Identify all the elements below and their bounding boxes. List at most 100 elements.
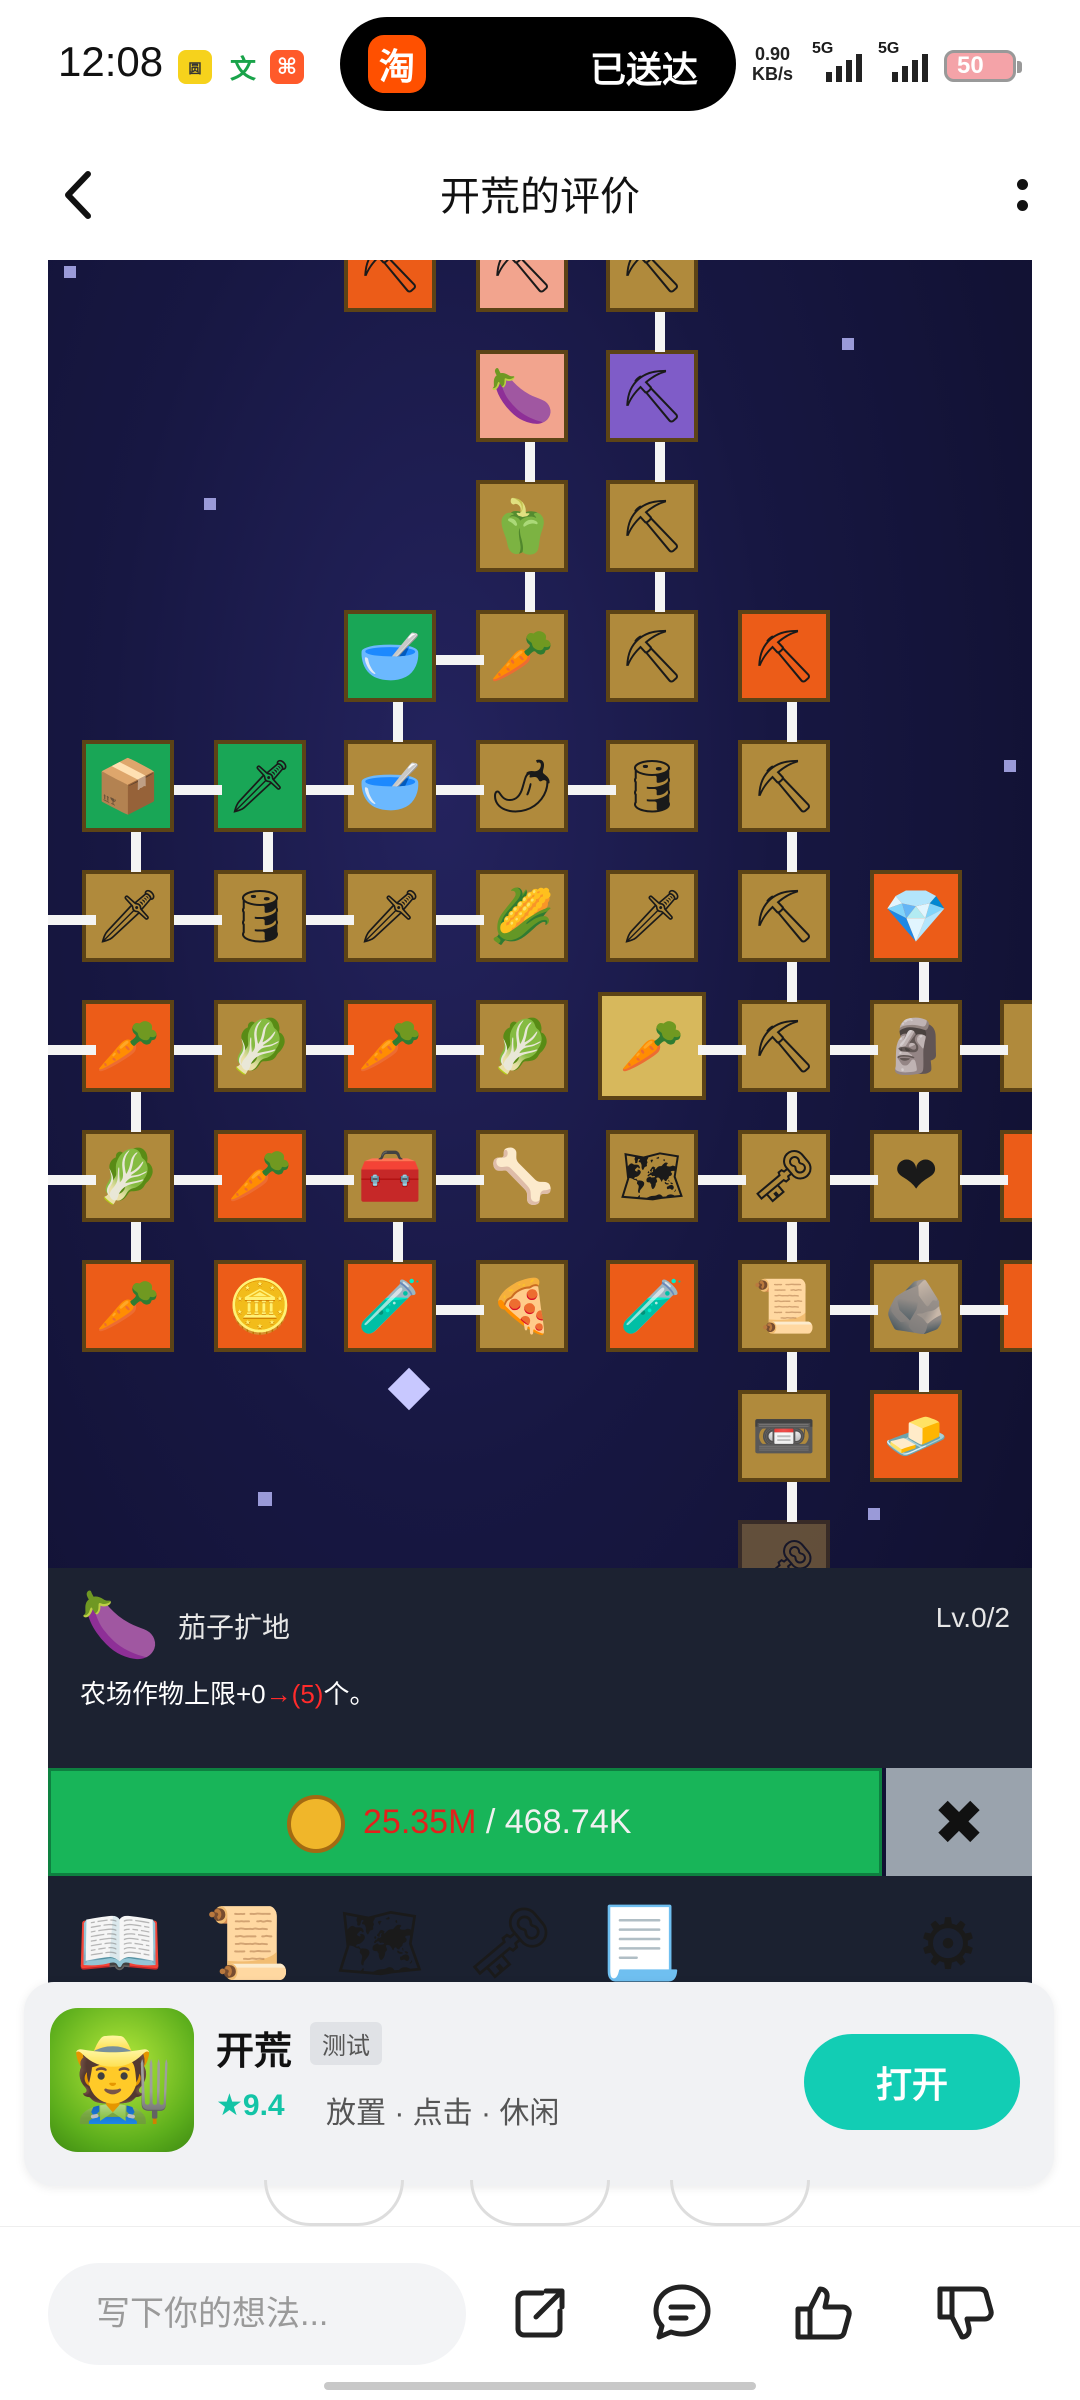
bottom-action-bar: [0, 2226, 1080, 2400]
star-icon: ★: [216, 2089, 243, 2122]
sword-tile: 🗡: [344, 870, 436, 962]
dot-icon: [1016, 179, 1028, 190]
shovel-upgrade-tile: ⛏: [606, 260, 698, 312]
upgrade-info-panel: 🍆 茄子扩地 Lv.0/2 农场作物上限+0→(5)个。: [48, 1568, 1032, 1768]
bone-tile: 🦴: [476, 1130, 568, 1222]
pickaxe-tile: ⛏: [738, 870, 830, 962]
pizza-tile: 🍕: [476, 1260, 568, 1352]
scroll-tile: 📜: [738, 1260, 830, 1352]
key-tile: 🗝: [738, 1130, 830, 1222]
cost-current: 25.35M: [363, 1803, 477, 1841]
potion-tile: 🧪: [606, 1260, 698, 1352]
desc-next-value: (5): [291, 1679, 324, 1709]
app-rating: ★9.4: [216, 2088, 285, 2123]
cost-separator: /: [476, 1803, 505, 1841]
statue-tile: 🗿: [870, 1000, 962, 1092]
map-tile: 🗺: [606, 1130, 698, 1222]
coin-icon: [287, 1795, 345, 1853]
carrot-tile: 🥕: [214, 1130, 306, 1222]
gold-bar-tile: 🪙: [214, 1260, 306, 1352]
open-button[interactable]: 打开: [804, 2034, 1020, 2130]
app-icon[interactable]: 🧑‍🌾: [50, 2008, 194, 2152]
battery-level: 50: [957, 52, 984, 79]
close-icon: ✖: [886, 1768, 1032, 1876]
cabbage-tile: 🥬: [476, 1000, 568, 1092]
gear-icon: ⚙: [916, 1905, 980, 1983]
page-title: 开荒的评价: [440, 175, 640, 219]
book-icon: 📖: [76, 1904, 164, 1982]
reaction-peek: [670, 2180, 810, 2226]
pickaxe-tile: ⛏: [738, 740, 830, 832]
barrel-tile: 🛢: [606, 740, 698, 832]
radish-tile: 🥕: [476, 610, 568, 702]
carrot-tile-selected: 🥕: [598, 992, 706, 1100]
pepper-tile: 🫑: [476, 480, 568, 572]
rock-tile: 🪨: [870, 1260, 962, 1352]
shovel-tile: ⛏: [606, 350, 698, 442]
shovel-tile: ⛏: [606, 610, 698, 702]
sword-tile: 🗡: [214, 740, 306, 832]
upgrade-name: 茄子扩地: [178, 1612, 291, 1643]
taobao-logo-icon: 淘: [368, 35, 426, 93]
thumbs-down-icon[interactable]: [928, 2275, 1004, 2351]
crystal-tile: 💎: [870, 870, 962, 962]
reaction-peek: [470, 2180, 610, 2226]
status-time: 12:08: [58, 38, 164, 85]
barrel-tile: 🛢: [214, 870, 306, 962]
signal-icon: 5G: [878, 40, 928, 82]
cost-required: 468.74K: [504, 1803, 632, 1841]
battery-icon: 50: [944, 50, 1022, 82]
heart-tile: ❤: [870, 1130, 962, 1222]
dynamic-island-notification[interactable]: 淘 已送达: [340, 17, 736, 111]
home-indicator[interactable]: [324, 2382, 756, 2390]
page-header: 开荒的评价: [0, 130, 1080, 260]
eggplant-icon: 🍆: [80, 1589, 160, 1661]
upgrade-cost-button: 25.35M / 468.74K: [48, 1768, 882, 1876]
crate-tile: 📦: [82, 740, 174, 832]
network-speed: 0.90 KB/s: [752, 44, 793, 84]
shovel-upgrade-tile: ⛏: [344, 260, 436, 312]
upgrade-level: Lv.0/2: [935, 1602, 1010, 1633]
scroll-icon: 📜: [204, 1904, 292, 1982]
signal-label: 5G: [812, 40, 834, 57]
carrot-tile: 🥕: [82, 1260, 174, 1352]
map-icon: 🗺: [335, 1904, 425, 1982]
comment-icon[interactable]: [644, 2275, 720, 2351]
eggplant-tile: 🍆: [476, 350, 568, 442]
desc-prefix: 农场作物上限+0: [80, 1679, 266, 1709]
status-bar: 12:08 圆 文 ⌘ 淘 已送达 0.90 KB/s 5G 5G 50: [0, 0, 1080, 130]
test-badge: 测试: [310, 2022, 382, 2065]
chest-tile: 🧰: [344, 1130, 436, 1222]
app-card[interactable]: 🧑‍🌾 开荒 测试 ★9.4 放置 · 点击 · 休闲 打开: [24, 1982, 1054, 2186]
thumbs-up-icon[interactable]: [786, 2275, 862, 2351]
upgrade-description: 农场作物上限+0→(5)个。: [80, 1674, 375, 1711]
bowl-tile: 🥣: [344, 610, 436, 702]
net-speed-unit: KB/s: [752, 64, 794, 84]
cassette-tile: 📼: [738, 1390, 830, 1482]
signal-label: 5G: [878, 40, 900, 57]
app-notification-icon: ⌘: [270, 50, 304, 84]
app-name[interactable]: 开荒: [216, 2020, 292, 2075]
app-tags: 放置 · 点击 · 休闲: [326, 2097, 560, 2130]
dot-icon: [1016, 200, 1028, 211]
shovel-tile: ⛏: [606, 480, 698, 572]
desc-arrow: →: [265, 1679, 292, 1709]
signal-icon: 5G: [812, 40, 862, 82]
app-notification-icon: 圆: [178, 50, 212, 84]
chili-tile: 🌶: [476, 740, 568, 832]
dagger-tile: 🗡: [606, 870, 698, 962]
carrot-tile: 🥕: [344, 1000, 436, 1092]
key-icon: 🗝: [465, 1904, 555, 1982]
share-icon[interactable]: [502, 2275, 578, 2351]
reaction-peek: [264, 2180, 404, 2226]
desc-suffix: 个。: [323, 1679, 376, 1709]
pickaxe-tile: ⛏: [738, 1000, 830, 1092]
more-options-button[interactable]: [1002, 160, 1042, 230]
bowl-tile: 🥣: [344, 740, 436, 832]
cabbage-tile: 🥬: [214, 1000, 306, 1092]
notification-text: 已送达: [589, 49, 698, 90]
corn-tile: 🌽: [476, 870, 568, 962]
review-image[interactable]: ⛏ ⛏ ⛏ 🍆 ⛏ 🫑 ⛏ 🥣 🥕 ⛏ ⛏ 📦 🗡 🥣 🌶 🛢 ⛏ 🗡 🛢 🗡 …: [48, 260, 1032, 2010]
parchment-icon: 📃: [596, 1904, 684, 1982]
comment-input[interactable]: [48, 2263, 466, 2365]
